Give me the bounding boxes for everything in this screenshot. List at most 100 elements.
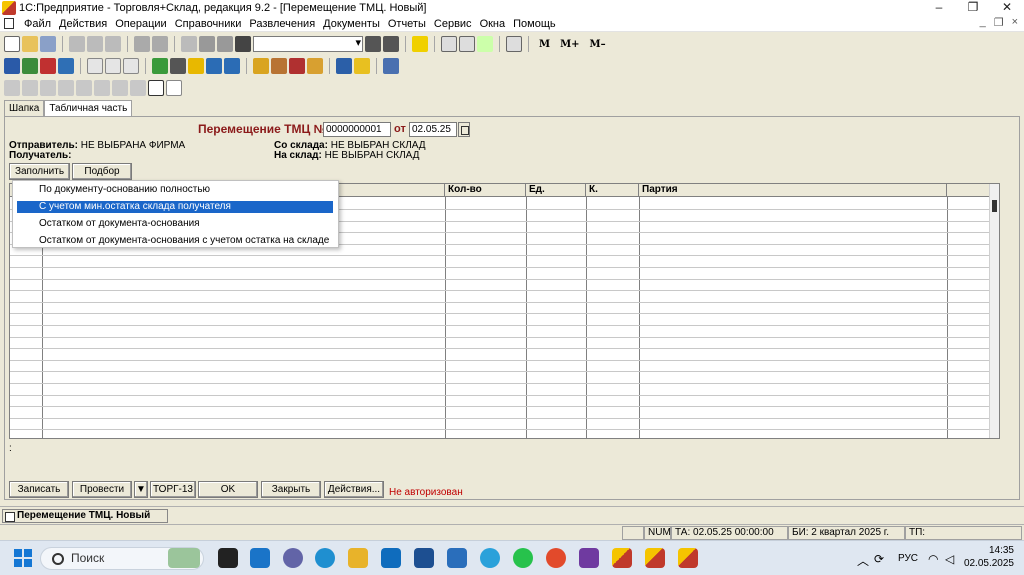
sort-desc-icon[interactable] bbox=[130, 80, 146, 96]
notebook-icon[interactable] bbox=[506, 36, 522, 52]
telegram-icon[interactable] bbox=[480, 548, 500, 568]
print-preview-icon[interactable] bbox=[152, 36, 168, 52]
properties-icon[interactable] bbox=[181, 36, 197, 52]
goods-icon[interactable] bbox=[253, 58, 269, 74]
messages-icon[interactable] bbox=[477, 36, 493, 52]
calculator-icon[interactable] bbox=[441, 36, 457, 52]
document-date-field[interactable]: 02.05.25 bbox=[409, 122, 457, 137]
1c-app-icon-1[interactable] bbox=[612, 548, 632, 568]
wifi-icon[interactable]: ◠ bbox=[928, 552, 938, 566]
refresh-icon[interactable] bbox=[336, 58, 352, 74]
copy-row-icon[interactable] bbox=[22, 80, 38, 96]
header-cell-extra[interactable] bbox=[947, 184, 991, 197]
ops-icon[interactable] bbox=[40, 58, 56, 74]
document-number-field[interactable]: 0000000001 bbox=[323, 122, 391, 137]
clock[interactable]: 14:35 02.05.2025 bbox=[964, 544, 1014, 570]
print-icon[interactable] bbox=[134, 36, 150, 52]
file-explorer-icon[interactable] bbox=[348, 548, 368, 568]
move-down-icon[interactable] bbox=[94, 80, 110, 96]
volume-icon[interactable]: ◁ bbox=[945, 552, 954, 566]
1c-app-icon-2[interactable] bbox=[645, 548, 665, 568]
menu-file[interactable]: Файл bbox=[20, 16, 55, 32]
edge-icon[interactable] bbox=[315, 548, 335, 568]
document-icon[interactable] bbox=[4, 18, 14, 29]
header-k[interactable]: К. bbox=[586, 184, 639, 197]
search-combo[interactable] bbox=[253, 36, 363, 52]
scroll-thumb[interactable] bbox=[992, 200, 997, 212]
memory-button[interactable]: M bbox=[535, 39, 554, 50]
actions-button[interactable]: Действия... bbox=[324, 481, 384, 498]
store-icon[interactable] bbox=[414, 548, 434, 568]
cash-icon[interactable] bbox=[170, 58, 186, 74]
bank-icon[interactable] bbox=[188, 58, 204, 74]
calendar-button[interactable] bbox=[458, 122, 470, 137]
memory-minus-button[interactable]: M– bbox=[586, 39, 610, 50]
fill-button[interactable]: Заполнить bbox=[9, 163, 70, 180]
menu-reports[interactable]: Отчеты bbox=[384, 16, 430, 32]
directory-icon[interactable] bbox=[58, 58, 74, 74]
table-icon[interactable] bbox=[289, 58, 305, 74]
sender-value[interactable]: НЕ ВЫБРАНА ФИРМА bbox=[81, 140, 185, 151]
fill-option-full[interactable]: По документу-основанию полностью bbox=[17, 184, 333, 196]
menu-service[interactable]: Сервис bbox=[430, 16, 476, 32]
header-batch[interactable]: Партия bbox=[639, 184, 947, 197]
order-icon[interactable] bbox=[105, 58, 121, 74]
add-row-icon[interactable] bbox=[4, 80, 20, 96]
fill-option-remainder[interactable]: Остатком от документа-основания bbox=[17, 218, 333, 230]
invoice-icon[interactable] bbox=[87, 58, 103, 74]
mdi-minimize-button[interactable]: _ bbox=[980, 16, 986, 29]
save-app-icon[interactable] bbox=[579, 548, 599, 568]
1c-app-icon-3[interactable] bbox=[678, 548, 698, 568]
waybill-icon[interactable] bbox=[123, 58, 139, 74]
paste-icon[interactable] bbox=[105, 36, 121, 52]
whatsapp-icon[interactable] bbox=[513, 548, 533, 568]
close-window-button[interactable]: ✕ bbox=[990, 0, 1024, 16]
widgets-icon[interactable] bbox=[250, 548, 270, 568]
memory-plus-button[interactable]: M+ bbox=[556, 39, 583, 50]
help-box-icon[interactable] bbox=[148, 80, 164, 96]
save-icon[interactable] bbox=[40, 36, 56, 52]
close-button[interactable]: Закрыть bbox=[261, 481, 321, 498]
maximize-button[interactable]: ❐ bbox=[956, 0, 990, 16]
torg13-button[interactable]: ТОРГ-13 bbox=[150, 481, 196, 498]
replace-icon[interactable] bbox=[383, 36, 399, 52]
chevron-up-icon[interactable]: ︿ bbox=[857, 552, 869, 569]
start-button[interactable] bbox=[14, 549, 32, 567]
tab-header[interactable]: Шапка bbox=[4, 100, 45, 116]
mdi-close-button[interactable]: × bbox=[1012, 16, 1018, 29]
chart-icon[interactable] bbox=[307, 58, 323, 74]
copy-icon[interactable] bbox=[87, 36, 103, 52]
post-button[interactable]: Провести bbox=[72, 481, 132, 498]
wps-icon[interactable] bbox=[546, 548, 566, 568]
app-icon[interactable] bbox=[447, 548, 467, 568]
menu-windows[interactable]: Окна bbox=[476, 16, 510, 32]
header-quantity[interactable]: Кол-во bbox=[445, 184, 526, 197]
find-icon[interactable] bbox=[235, 36, 251, 52]
menu-help[interactable]: Помощь bbox=[509, 16, 560, 32]
move-up-icon[interactable] bbox=[76, 80, 92, 96]
language-indicator[interactable]: РУС bbox=[898, 553, 918, 564]
minimize-button[interactable]: – bbox=[922, 0, 956, 16]
edit-row-icon[interactable] bbox=[40, 80, 56, 96]
menu-actions[interactable]: Действия bbox=[55, 16, 111, 32]
task-view-icon[interactable] bbox=[218, 548, 238, 568]
fill-option-min-stock[interactable]: С учетом мин.остатка склада получателя bbox=[17, 201, 333, 213]
calendar-icon[interactable] bbox=[459, 36, 475, 52]
header-unit[interactable]: Ед. bbox=[526, 184, 586, 197]
to-warehouse-value[interactable]: НЕ ВЫБРАН СКЛАД bbox=[325, 150, 420, 161]
sort-asc-icon[interactable] bbox=[112, 80, 128, 96]
fill-option-remainder-stock[interactable]: Остатком от документа-основания с учетом… bbox=[17, 235, 333, 247]
cut-icon[interactable] bbox=[69, 36, 85, 52]
teams-icon[interactable] bbox=[283, 548, 303, 568]
report-icon[interactable] bbox=[206, 58, 222, 74]
window-tab[interactable]: Перемещение ТМЦ. Новый bbox=[2, 509, 168, 523]
menu-documents[interactable]: Документы bbox=[319, 16, 384, 32]
table-scrollbar[interactable] bbox=[989, 184, 999, 438]
post-dropdown-button[interactable]: ▼ bbox=[134, 481, 148, 498]
help-icon[interactable] bbox=[412, 36, 428, 52]
menu-entertainment[interactable]: Развлечения bbox=[245, 16, 319, 32]
warehouse-icon[interactable] bbox=[152, 58, 168, 74]
prices-icon[interactable] bbox=[271, 58, 287, 74]
mdi-restore-button[interactable]: ❐ bbox=[994, 16, 1004, 29]
redo-icon[interactable] bbox=[217, 36, 233, 52]
